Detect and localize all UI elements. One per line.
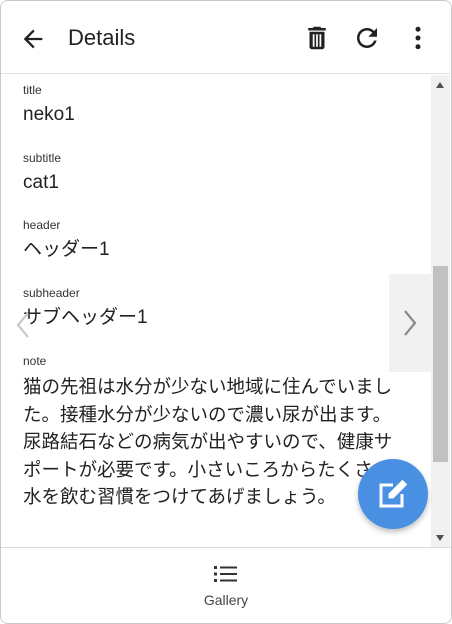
field-value: cat1 bbox=[23, 172, 59, 193]
edit-icon bbox=[379, 479, 408, 508]
app-window: Details title neko1 subtitle cat1 header… bbox=[0, 0, 452, 624]
refresh-button[interactable] bbox=[352, 23, 382, 53]
field-note: note 猫の先祖は水分が少ない地域に住んでいました。接種水分が少ないので濃い尿… bbox=[23, 353, 395, 511]
field-label: header bbox=[23, 218, 61, 232]
note-text: 猫の先祖は水分が少ない地域に住んでいました。接種水分が少ないので濃い尿が出ます。… bbox=[23, 376, 393, 507]
previous-button[interactable] bbox=[11, 307, 35, 343]
chevron-right-icon bbox=[404, 310, 417, 336]
field-value: ヘッダー1 bbox=[23, 239, 110, 260]
vertical-scrollbar[interactable] bbox=[431, 75, 450, 547]
scroll-up-arrow[interactable] bbox=[436, 82, 444, 88]
field-label: subheader bbox=[23, 286, 80, 300]
gallery-tab[interactable]: Gallery bbox=[186, 562, 266, 618]
more-options-button[interactable] bbox=[403, 23, 433, 53]
field-subtitle: subtitle cat1 bbox=[23, 150, 61, 196]
field-value: neko1 bbox=[23, 104, 75, 125]
more-vertical-icon bbox=[415, 26, 421, 50]
gallery-tab-label: Gallery bbox=[203, 592, 249, 608]
field-label: note bbox=[23, 354, 47, 368]
list-icon bbox=[214, 566, 237, 582]
app-bar: Details bbox=[1, 1, 451, 74]
page-title: Details bbox=[68, 25, 136, 50]
next-button[interactable] bbox=[389, 274, 431, 372]
edit-fab-button[interactable] bbox=[358, 459, 428, 529]
field-label: title bbox=[23, 83, 42, 97]
scrollbar-thumb[interactable] bbox=[433, 266, 448, 462]
arrow-left-icon bbox=[23, 29, 43, 49]
refresh-icon bbox=[357, 28, 377, 48]
delete-button[interactable] bbox=[302, 23, 332, 53]
back-button[interactable] bbox=[19, 25, 47, 53]
field-header: header ヘッダー1 bbox=[23, 217, 110, 263]
scroll-down-arrow[interactable] bbox=[436, 535, 444, 541]
field-label: subtitle bbox=[23, 151, 62, 165]
field-subheader: subheader サブヘッダー1 bbox=[23, 285, 148, 331]
field-title: title neko1 bbox=[23, 82, 75, 128]
field-value: サブヘッダー1 bbox=[23, 307, 148, 328]
bottom-navigation: Gallery bbox=[1, 547, 451, 623]
chevron-left-icon bbox=[16, 312, 29, 338]
trash-icon bbox=[308, 26, 326, 50]
